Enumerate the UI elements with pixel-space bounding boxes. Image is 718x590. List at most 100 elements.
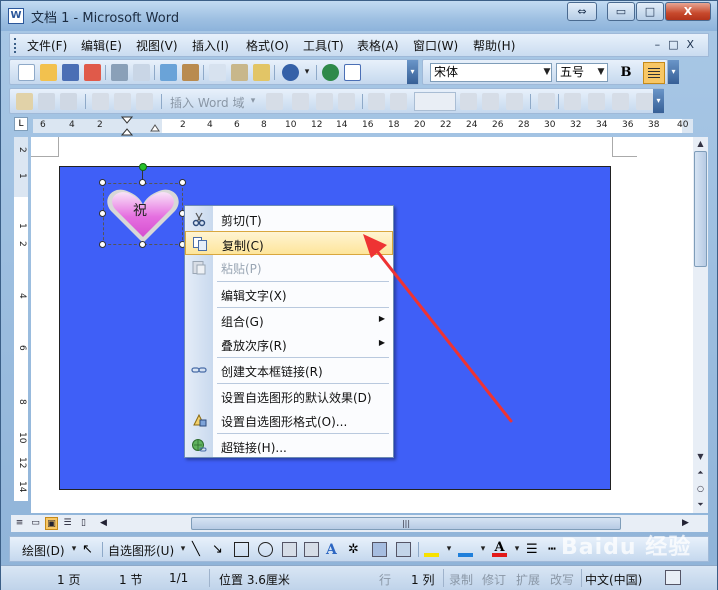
permission-icon[interactable] — [84, 64, 101, 81]
draw-menu-button[interactable]: 绘图(D) — [22, 542, 65, 559]
highlight-fields-icon[interactable] — [292, 93, 309, 110]
vertical-ruler[interactable]: 2 1 1 2 4 6 8 10 12 14 — [14, 137, 28, 501]
mailmerge-overflow-icon[interactable]: ▾ — [653, 89, 664, 113]
copy-toolbar-icon[interactable] — [209, 64, 226, 81]
match-fields-icon[interactable] — [316, 93, 333, 110]
word-app-icon[interactable]: W — [8, 8, 24, 24]
find-entry-icon[interactable] — [506, 93, 523, 110]
resize-handle[interactable] — [179, 179, 186, 186]
insert-merge-fields-icon[interactable] — [136, 93, 153, 110]
menu-window[interactable]: 窗口(W) — [413, 37, 458, 54]
last-record-icon[interactable] — [482, 93, 499, 110]
save-icon[interactable] — [62, 64, 79, 81]
right-indent-marker-icon[interactable] — [150, 122, 160, 132]
propagate-labels-icon[interactable] — [338, 93, 355, 110]
undo-dropdown-icon[interactable]: ▾ — [300, 64, 314, 81]
view-merged-data-icon[interactable] — [266, 93, 283, 110]
close-button[interactable]: X — [665, 2, 711, 21]
font-color-icon[interactable]: A — [492, 541, 507, 557]
select-objects-icon[interactable]: ↖ — [82, 542, 97, 557]
font-name-dropdown-icon[interactable]: ▼ — [540, 64, 554, 81]
normal-view-icon[interactable]: ≡ — [13, 517, 26, 530]
arrow-tool-icon[interactable]: ↘ — [212, 542, 227, 557]
resize-handle[interactable] — [139, 179, 146, 186]
diagram-icon[interactable]: ✲ — [348, 542, 363, 557]
menu-insert[interactable]: 插入(I) — [192, 37, 229, 54]
insert-picture-icon[interactable] — [396, 542, 411, 557]
line-color-dropdown-icon[interactable]: ▾ — [476, 541, 490, 558]
resize-handle[interactable] — [99, 179, 106, 186]
merge-to-fax-icon[interactable] — [636, 93, 653, 110]
spelling-icon[interactable] — [160, 64, 177, 81]
status-extend[interactable]: 扩展 — [516, 571, 540, 588]
reading-layout-icon[interactable]: ▯ — [77, 517, 90, 530]
fill-color-dropdown-icon[interactable]: ▾ — [442, 541, 456, 558]
first-record-icon[interactable] — [368, 93, 385, 110]
ctx-group[interactable]: 组合(G) ▶ — [185, 308, 393, 332]
autoshapes-menu-button[interactable]: 自选图形(U) — [108, 542, 174, 559]
merge-to-printer-icon[interactable] — [588, 93, 605, 110]
ctx-cut[interactable]: 剪切(T) — [185, 207, 393, 231]
ctx-edit-text[interactable]: 编辑文字(X) — [185, 282, 393, 306]
autoshapes-dropdown-icon[interactable]: ▾ — [176, 541, 190, 558]
line-color-icon[interactable] — [458, 542, 473, 557]
restore-alt-button[interactable]: ⇔ — [567, 2, 597, 21]
tab-selector[interactable]: L — [14, 117, 28, 131]
menu-tools[interactable]: 工具(T) — [303, 37, 344, 54]
font-color-dropdown-icon[interactable]: ▾ — [510, 541, 524, 558]
open-folder-icon[interactable] — [40, 64, 57, 81]
minimize-button[interactable]: ▭ — [607, 2, 635, 21]
justify-align-button[interactable] — [643, 62, 665, 84]
print-icon[interactable] — [111, 64, 128, 81]
ctx-copy[interactable]: 复制(C) — [185, 231, 393, 255]
status-overtype[interactable]: 改写 — [550, 571, 574, 588]
ctx-set-default-effect[interactable]: 设置自选图形的默认效果(D) — [185, 384, 393, 408]
scroll-left-icon[interactable]: ◀ — [97, 517, 110, 530]
menu-edit[interactable]: 编辑(E) — [81, 37, 122, 54]
resize-handle[interactable] — [99, 241, 106, 248]
menu-help[interactable]: 帮助(H) — [473, 37, 515, 54]
menu-format[interactable]: 格式(O) — [246, 37, 289, 54]
wordart-icon[interactable]: A — [326, 542, 341, 558]
vertical-scroll-thumb[interactable] — [694, 151, 707, 267]
line-tool-icon[interactable]: ╲ — [192, 542, 207, 557]
previous-page-icon[interactable]: ⏶ — [694, 467, 707, 479]
spelling-status-icon[interactable] — [665, 570, 681, 585]
title-bar[interactable]: W 文档 1 - Microsoft Word ⇔ ▭ □ X — [1, 1, 717, 31]
font-name-box[interactable]: 宋体 — [430, 63, 552, 82]
previous-record-icon[interactable] — [390, 93, 407, 110]
status-track-changes[interactable]: 修订 — [482, 571, 506, 588]
print-preview-icon[interactable] — [133, 64, 150, 81]
open-data-source-icon[interactable] — [38, 93, 55, 110]
go-to-record-input[interactable] — [414, 92, 456, 111]
draw-dropdown-icon[interactable]: ▾ — [67, 541, 81, 558]
bold-button[interactable]: B — [616, 63, 636, 83]
main-document-setup-icon[interactable] — [16, 93, 33, 110]
resize-handle[interactable] — [139, 241, 146, 248]
insert-address-block-icon[interactable] — [92, 93, 109, 110]
scroll-down-icon[interactable]: ▼ — [694, 451, 707, 463]
oval-tool-icon[interactable] — [258, 542, 273, 557]
status-record-macro[interactable]: 录制 — [449, 571, 473, 588]
insert-table-icon[interactable] — [344, 64, 361, 81]
select-browse-object-icon[interactable]: ○ — [694, 483, 707, 495]
recipients-icon[interactable] — [60, 93, 77, 110]
undo-icon[interactable] — [282, 64, 299, 81]
vertical-text-box-icon[interactable] — [304, 542, 319, 557]
insert-greeting-icon[interactable] — [114, 93, 131, 110]
menu-table[interactable]: 表格(A) — [357, 37, 399, 54]
insert-word-field[interactable]: 插入 Word 域 — [170, 94, 244, 111]
rectangle-tool-icon[interactable] — [234, 542, 249, 557]
line-style-icon[interactable]: ☰ — [526, 542, 541, 557]
print-layout-icon[interactable]: ▣ — [45, 517, 58, 530]
check-errors-icon[interactable] — [538, 93, 555, 110]
merge-to-document-icon[interactable] — [564, 93, 581, 110]
heart-shape-text[interactable]: 祝 — [133, 200, 147, 220]
ctx-paste[interactable]: 粘贴(P) — [185, 255, 393, 279]
menu-view[interactable]: 视图(V) — [136, 37, 178, 54]
ctx-order[interactable]: 叠放次序(R) ▶ — [185, 332, 393, 356]
font-size-dropdown-icon[interactable]: ▼ — [594, 64, 608, 81]
horizontal-ruler[interactable]: 6 4 2 2 4 6 8 10 12 14 16 18 20 22 24 26… — [33, 116, 693, 136]
formatting-overflow-icon[interactable]: ▾ — [668, 60, 679, 84]
menu-file[interactable]: 文件(F) — [27, 37, 67, 54]
